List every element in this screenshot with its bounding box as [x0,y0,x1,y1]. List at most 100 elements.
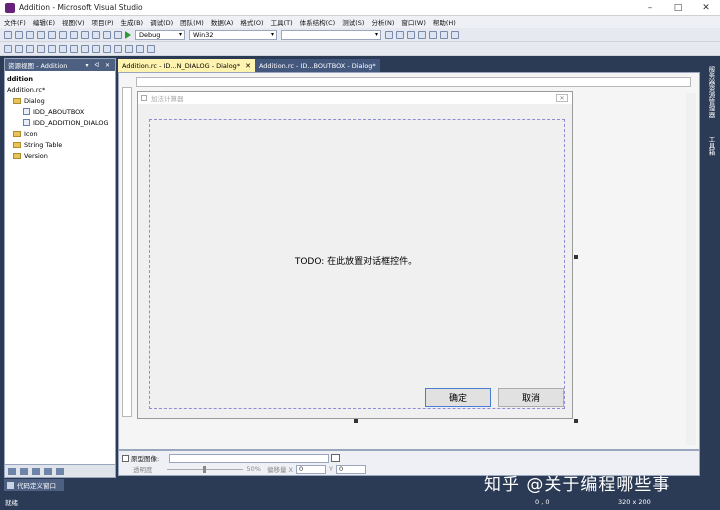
center-vertical-icon[interactable] [59,44,67,53]
dialog-editor-canvas[interactable]: 加法计算器 ✕ TODO: 在此放置对话框控件。 确定 取消 [118,72,700,450]
platform-select[interactable]: Win32 [189,29,277,40]
align-right-icon[interactable] [26,44,34,53]
copy-icon[interactable] [70,30,78,39]
start-page-icon[interactable] [440,30,448,39]
close-tab-icon[interactable]: ✕ [245,62,251,70]
prototype-image-checkbox[interactable] [122,454,129,462]
start-debugging-icon[interactable] [125,30,131,39]
standard-toolbar: Debug Win32 [0,28,720,42]
toggle-grid-icon[interactable] [147,44,155,53]
folder-icon [13,141,21,148]
menu-architecture[interactable]: 体系结构(C) [300,17,336,27]
center-horizontal-icon[interactable] [70,44,78,53]
menu-window[interactable]: 窗口(W) [401,17,426,27]
tree-item-string-table[interactable]: String Table [7,139,115,150]
menu-format[interactable]: 格式(O) [240,17,263,27]
minimize-button[interactable]: – [636,0,664,16]
resize-handle-bottom[interactable] [354,419,358,423]
space-down-icon[interactable] [92,44,100,53]
add-item-icon[interactable] [15,30,23,39]
property-manager-tab-icon[interactable] [32,467,40,475]
menu-build[interactable]: 生成(B) [121,17,144,27]
resize-handle-corner[interactable] [574,419,578,423]
code-definition-tab[interactable]: 代码定义窗口 [4,479,64,491]
transparency-slider[interactable] [166,465,243,473]
tree-item-version[interactable]: Version [7,150,115,161]
save-all-icon[interactable] [48,30,56,39]
cut-icon[interactable] [59,30,67,39]
tree-item-dialog[interactable]: Dialog [7,95,115,106]
open-file-icon[interactable] [26,30,34,39]
tree-item-icon[interactable]: Icon [7,128,115,139]
tree-rc-file[interactable]: Addition.rc* [7,84,115,95]
align-top-icon[interactable] [37,44,45,53]
panel-header-buttons[interactable]: ▾ ᐊ ✕ [86,62,112,69]
designed-dialog[interactable]: 加法计算器 ✕ TODO: 在此放置对话框控件。 确定 取消 [137,91,573,419]
menu-edit[interactable]: 编辑(E) [33,17,55,27]
class-view-tab-icon[interactable] [20,467,28,475]
align-left-icon[interactable] [15,44,23,53]
tab-addition-dialog[interactable]: Addition.rc - ID...N_DIALOG - Dialog* ✕ [118,59,255,72]
vertical-scrollbar[interactable] [686,93,696,445]
window-title: Addition - Microsoft Visual Studio [19,3,143,12]
transparency-value: 50% [246,465,261,473]
todo-label[interactable]: TODO: 在此放置对话框控件。 [138,254,574,267]
tree-item-addition-dialog[interactable]: IDD_ADDITION_DIALOG [7,117,115,128]
find-in-files-icon[interactable] [385,30,393,39]
dialog-resource-icon [23,108,30,115]
menu-tools[interactable]: 工具(T) [271,17,293,27]
solution-explorer-icon[interactable] [396,30,404,39]
tab-aboutbox-dialog[interactable]: Addition.rc - ID...BOUTBOX - Dialog* [254,59,380,72]
menu-debug[interactable]: 调试(D) [150,17,173,27]
save-icon[interactable] [37,30,45,39]
menu-help[interactable]: 帮助(H) [433,17,456,27]
paste-icon[interactable] [81,30,89,39]
tree-item-aboutbox[interactable]: IDD_ABOUTBOX [7,106,115,117]
new-project-icon[interactable] [4,30,12,39]
undo-icon[interactable] [92,30,100,39]
menu-file[interactable]: 文件(F) [4,17,26,27]
prototype-image-path-field[interactable] [169,453,330,463]
make-same-height-icon[interactable] [114,44,122,53]
dialog-title: 加法计算器 [151,95,184,103]
cancel-button[interactable]: 取消 [498,388,564,407]
document-tabs: Addition.rc - ID...N_DIALOG - Dialog* ✕ … [118,58,700,72]
right-side-tabs: 服务器资源管理器 工具箱 [700,58,720,478]
menu-project[interactable]: 项目(P) [92,17,114,27]
toolbox-icon[interactable] [429,30,437,39]
navigate-icon[interactable] [114,30,122,39]
dialog-title-bar: 加法计算器 [138,92,572,104]
make-same-width-icon[interactable] [103,44,111,53]
slider-thumb[interactable] [202,465,206,473]
menu-analyze[interactable]: 分析(N) [371,17,394,27]
menu-view[interactable]: 视图(V) [62,17,85,27]
resource-view-tab-icon[interactable] [44,467,52,475]
maximize-button[interactable]: □ [664,0,692,16]
make-same-size-icon[interactable] [125,44,133,53]
menu-team[interactable]: 团队(M) [180,17,204,27]
tab-server-explorer[interactable]: 服务器资源管理器 [704,66,716,118]
menu-test[interactable]: 测试(S) [342,17,364,27]
resize-handle-right[interactable] [574,255,578,259]
resource-view-panel: 资源视图 - Addition ▾ ᐊ ✕ ddition Addition.r… [4,58,116,476]
space-across-icon[interactable] [81,44,89,53]
tree-root[interactable]: ddition [7,73,115,84]
menu-data[interactable]: 数据(A) [211,17,234,27]
find-combo[interactable] [281,29,381,40]
align-bottom-icon[interactable] [48,44,56,53]
offset-x-input[interactable]: 0 [295,464,326,474]
tab-toolbox[interactable]: 工具箱 [704,136,716,156]
test-dialog-icon[interactable] [4,44,12,53]
browse-icon[interactable] [331,454,341,462]
object-browser-icon[interactable] [418,30,426,39]
close-window-button[interactable]: ✕ [692,0,720,16]
extension-icon[interactable] [451,30,459,39]
properties-icon[interactable] [407,30,415,39]
toggle-guides-icon[interactable] [136,44,144,53]
redo-icon[interactable] [103,30,111,39]
configuration-select[interactable]: Debug [135,29,185,40]
solution-explorer-tab-icon[interactable] [8,467,16,475]
offset-y-input[interactable]: 0 [335,464,366,474]
team-explorer-tab-icon[interactable] [56,467,64,475]
ok-button[interactable]: 确定 [425,388,491,407]
